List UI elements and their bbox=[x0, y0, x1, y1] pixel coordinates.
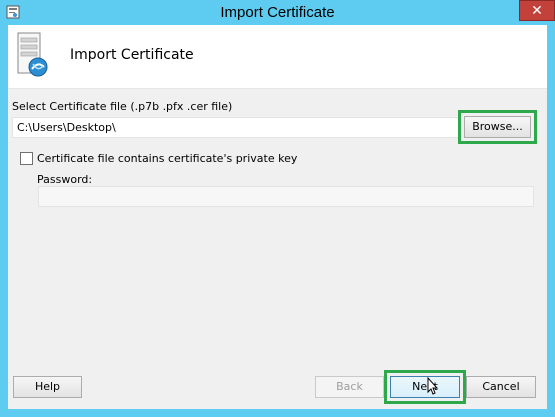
browse-button[interactable]: Browse... bbox=[464, 116, 531, 138]
certificate-file-label: Select Certificate file (.p7b .pfx .cer … bbox=[12, 100, 233, 113]
mouse-pointer-icon bbox=[427, 377, 439, 395]
private-key-checkbox[interactable] bbox=[20, 152, 33, 165]
close-icon: ✕ bbox=[531, 3, 543, 19]
dialog-header: Import Certificate bbox=[8, 25, 547, 89]
form-area: Select Certificate file (.p7b .pfx .cer … bbox=[8, 89, 547, 409]
certificate-file-input[interactable]: C:\Users\Desktop\ bbox=[12, 117, 461, 138]
help-button[interactable]: Help bbox=[13, 376, 82, 398]
password-field[interactable] bbox=[38, 186, 534, 207]
title-bar[interactable]: Import Certificate ✕ bbox=[0, 0, 555, 25]
window-title: Import Certificate bbox=[220, 4, 335, 21]
password-label: Password: bbox=[37, 173, 93, 186]
private-key-label[interactable]: Certificate file contains certificate's … bbox=[37, 152, 297, 165]
server-certificate-icon bbox=[17, 32, 48, 77]
dialog-client-area: Import Certificate Select Certificate fi… bbox=[8, 25, 547, 409]
back-button[interactable]: Back bbox=[315, 376, 384, 398]
cancel-button[interactable]: Cancel bbox=[466, 376, 536, 398]
page-title: Import Certificate bbox=[70, 47, 194, 63]
close-button[interactable]: ✕ bbox=[519, 0, 555, 21]
import-certificate-window: Import Certificate ✕ Import Certificate … bbox=[0, 0, 555, 417]
